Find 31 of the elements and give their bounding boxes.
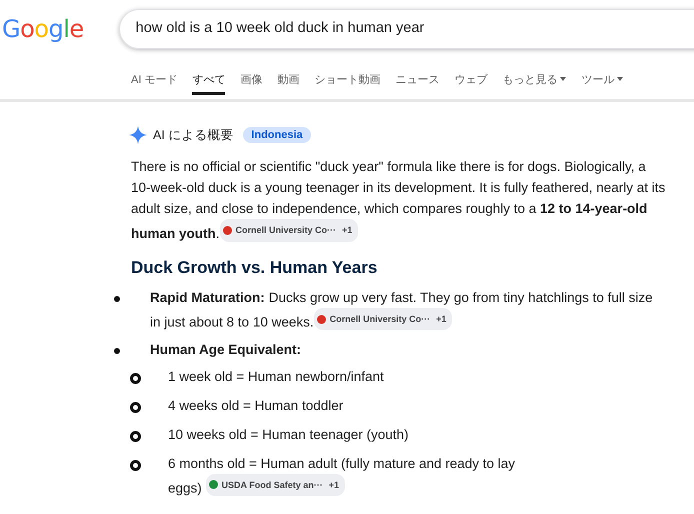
bullet-dot [114,348,120,354]
tab[interactable]: もっと見る [502,72,566,95]
bullet-circle [130,430,141,442]
bullet-circle [130,460,141,470]
bullet-text: 1 week old = Human newborn/infant [168,368,385,386]
bullet-dot [114,296,120,302]
bullet-text: 10 weeks old = Human teenager (youth) [168,426,410,444]
bullet-circle [130,402,141,412]
bullet-text: 4 weeks old = Human toddler [168,396,344,414]
citation-chip[interactable]: USDA Food Safety an··· +1 [206,474,345,496]
region-tag[interactable]: Indonesia [243,127,311,143]
tab[interactable]: 動画 [277,72,300,95]
google-logo[interactable]: Google [0,13,87,45]
bullet-text: Rapid Maturation: Ducks grow up very fast. They go from tiny hatchlings to full size in just about 8 to 10 weeks. Cornell University Co··· +1 [150,289,654,332]
tab[interactable]: すべて [192,72,226,95]
bullet-text: Human Age Equivalent: [150,340,302,359]
citation-chip[interactable]: Cornell University Co··· +1 [220,219,358,242]
section-heading: Duck Growth vs. Human Years [131,258,378,278]
sparkle-icon [129,126,147,144]
bullet-text: 6 months old = Human adult (fully mature and ready to lay eggs) USDA Food Safety an··· +1 [168,454,516,498]
bullet-circle [130,372,141,384]
overview-title: AI による概要 [153,126,234,144]
tab[interactable]: AI モード [131,72,178,95]
tab[interactable]: 画像 [240,72,262,95]
overview-paragraph: There is no official or scientific "duck year" formula like there is for dogs. Biologically, a 10-week-old duck is a young teenager in its development. It is fully feathered, nearly at its adult size, and close to independence, which compares roughly to a 12 to 14-year-old human youth. Cornell University Co··· +1 [131,158,666,244]
tab[interactable]: ニュース [395,72,440,95]
tab[interactable]: ツール [581,72,624,95]
citation-chip[interactable]: Cornell University Co··· +1 [314,308,452,330]
tab[interactable]: ショート動画 [314,72,380,95]
tab[interactable]: ウェブ [454,72,488,95]
search-field[interactable]: how old is a 10 week old duck in human year [118,9,694,49]
